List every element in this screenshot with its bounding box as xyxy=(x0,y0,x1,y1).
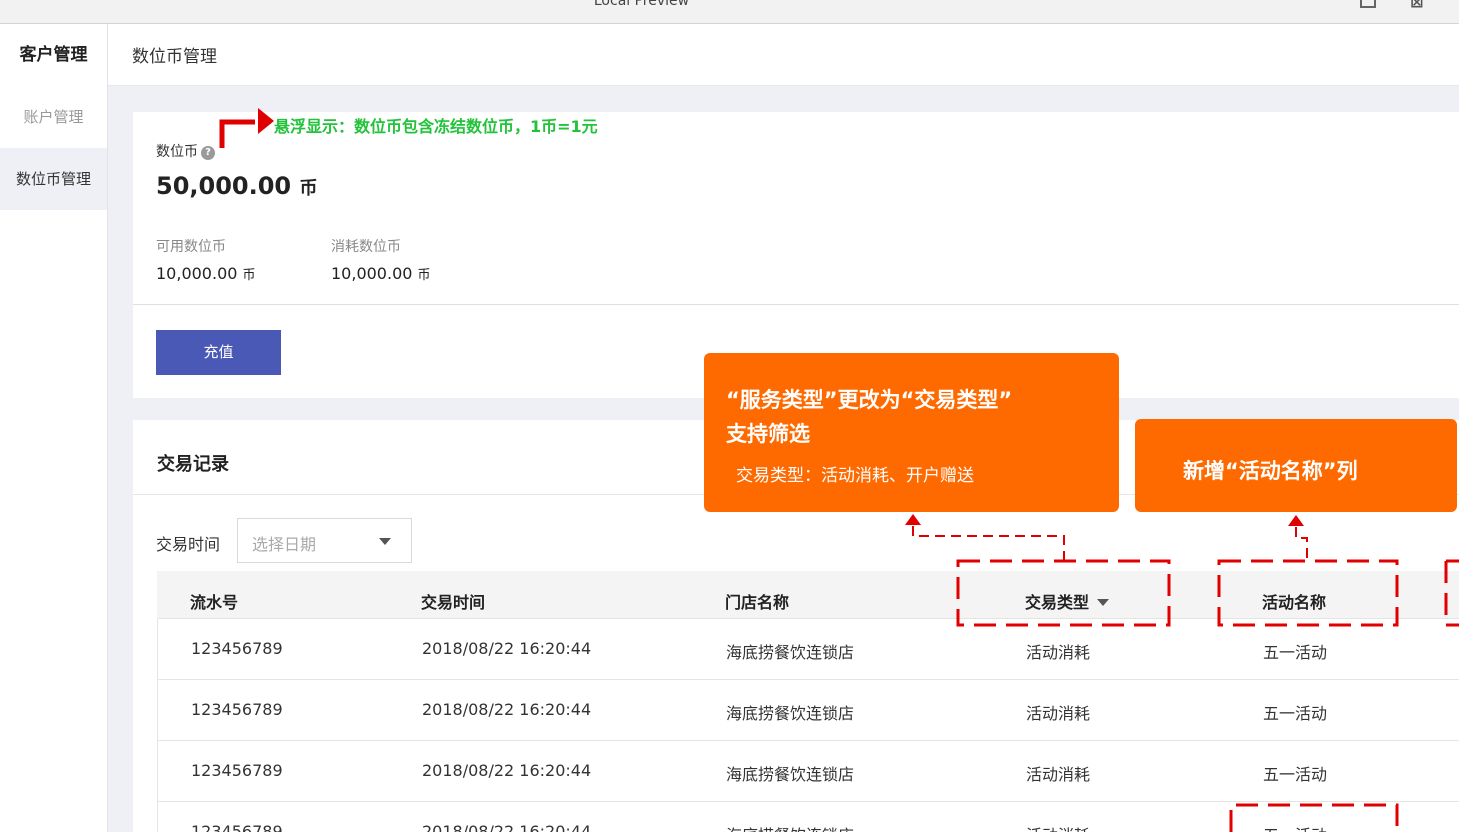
activity-column-highlight-lower xyxy=(1229,803,1399,832)
callout1-title: “服务类型”更改为“交易类型” 支持筛选 xyxy=(726,383,1012,451)
callout1-line2: 支持筛选 xyxy=(726,422,810,446)
callout2-connector xyxy=(1295,526,1308,558)
type-column-highlight xyxy=(956,559,1171,627)
callout1-sub: 交易类型：活动消耗、开户赠送 xyxy=(736,466,974,486)
callout2-arrowhead xyxy=(1288,515,1304,526)
callout2-title: 新增“活动名称”列 xyxy=(1183,459,1358,483)
callout1-line1: “服务类型”更改为“交易类型” xyxy=(726,388,1013,412)
callout1-arrowhead xyxy=(905,514,921,525)
hover-note: 悬浮显示：数位币包含冻结数位币，1币=1元 xyxy=(274,117,598,136)
extra-column-highlight xyxy=(1444,559,1459,627)
callout-activity-column: 新增“活动名称”列 xyxy=(1135,419,1457,512)
hover-note-arrow xyxy=(219,119,255,148)
hover-note-arrowhead xyxy=(258,108,274,134)
callout1-connector xyxy=(912,524,1065,561)
activity-column-highlight xyxy=(1217,559,1399,627)
callout-transaction-type: “服务类型”更改为“交易类型” 支持筛选 交易类型：活动消耗、开户赠送 xyxy=(704,353,1119,512)
